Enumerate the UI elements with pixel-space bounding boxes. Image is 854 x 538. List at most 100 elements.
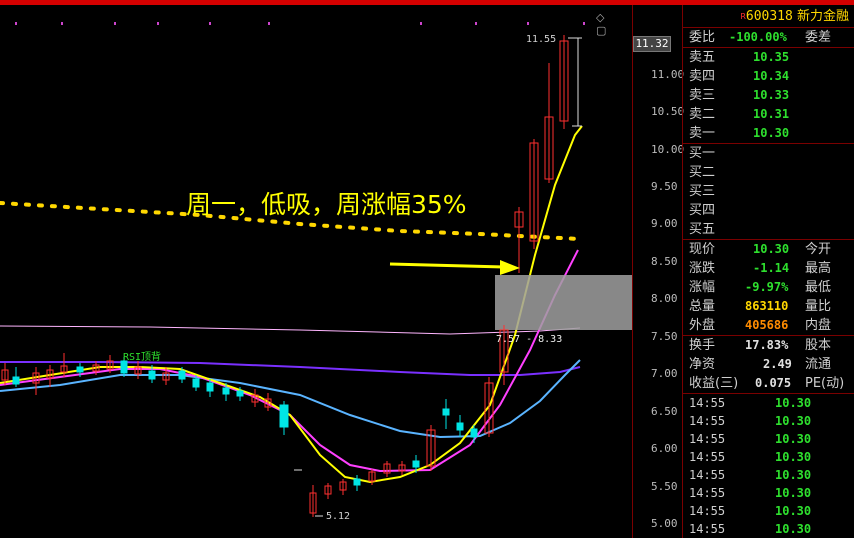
current-price-tag: 11.32 [633, 36, 671, 52]
quote-label: 外盘 [689, 318, 716, 333]
stock-header[interactable]: R600318 新力金融 [683, 5, 854, 27]
buy-row: 买一 [683, 144, 854, 163]
tick-time: 14:55 [689, 468, 726, 482]
tick-row: 14:55 10.30 [683, 394, 854, 412]
tick-row: 14:55 10.30 [683, 466, 854, 484]
quote-value: -1.14 [753, 261, 790, 275]
sell-row: 卖一 10.30 [683, 124, 854, 143]
ma10-line [0, 249, 579, 473]
y-tick: 6.50 [651, 405, 678, 418]
high-price-label: 11.55 [526, 34, 557, 45]
sell-row: 卖二 10.31 [683, 105, 854, 124]
y-tick: 8.50 [651, 255, 678, 268]
tick-row: 14:55 10.30 [683, 430, 854, 448]
sell-row: 卖三 10.33 [683, 86, 854, 105]
quote-label: 现价 [689, 242, 716, 257]
buy-label: 买三 [689, 184, 716, 199]
stats-value: 0.075 [755, 376, 792, 390]
candles [1, 35, 569, 517]
tick-row: 14:55 10.30 [683, 448, 854, 466]
sell-row: 卖五 10.35 [683, 48, 854, 67]
sell-label: 卖三 [689, 88, 716, 103]
stats-value: 17.83% [745, 338, 789, 352]
buy-row: 买四 [683, 201, 854, 220]
tick-time: 14:55 [689, 522, 726, 536]
stats-label2: PE(动) [805, 376, 845, 391]
signal-markers [15, 22, 585, 25]
annotation-arrow [389, 260, 520, 275]
y-tick: 9.50 [651, 180, 678, 193]
y-tick: 10.00 [651, 143, 685, 156]
buy-row: 买三 [683, 182, 854, 201]
tick-time: 14:55 [689, 396, 726, 410]
stats-label: 净资 [689, 357, 716, 372]
tick-time: 14:55 [689, 414, 726, 428]
tick-time: 14:55 [689, 486, 726, 500]
quote-row: 外盘 405686 内盘 [683, 316, 854, 335]
y-tick: 6.00 [651, 442, 678, 455]
stock-name: 新力金融 [796, 9, 849, 24]
quote-value: -9.97% [745, 280, 789, 294]
quote-label: 涨跌 [689, 261, 716, 276]
quote-label2: 内盘 [805, 318, 832, 333]
tick-row: 14:55 10.30 [683, 484, 854, 502]
y-tick: 10.50 [651, 105, 685, 118]
stats-row: 收益(三) 0.075 PE(动) [683, 374, 854, 393]
tick-time: 14:55 [689, 450, 726, 464]
ratio-value: -100.00% [729, 30, 787, 44]
quote-row: 涨幅 -9.97% 最低 [683, 278, 854, 297]
quote-value: 10.30 [753, 242, 790, 256]
sell-price: 10.35 [753, 50, 790, 64]
buy-label: 买二 [689, 165, 716, 180]
buy-row: 买二 [683, 163, 854, 182]
sell-label: 卖一 [689, 126, 716, 141]
tick-row: 14:55 10.30 [683, 520, 854, 538]
quote-value: 863110 [745, 299, 789, 313]
stats-value: 2.49 [763, 357, 792, 371]
tick-price: 10.30 [775, 522, 812, 536]
y-tick: 8.00 [651, 292, 678, 305]
sell-price: 10.34 [753, 69, 790, 83]
buy-label: 买四 [689, 203, 716, 218]
quote-label: 总量 [689, 299, 716, 314]
quote-value: 405686 [745, 318, 789, 332]
stats-label: 收益(三) [689, 376, 739, 391]
stats-label2: 股本 [805, 338, 832, 353]
stock-code: 600318 [745, 9, 793, 24]
rsi-label: RSI顶背 [123, 352, 162, 363]
ma120-line [0, 325, 581, 335]
sell-row: 卖四 10.34 [683, 67, 854, 86]
buy-label: 买五 [689, 222, 716, 237]
order-ratio-row: 委比 -100.00% 委差 [683, 28, 854, 47]
sell-label: 卖二 [689, 107, 716, 122]
quote-row: 总量 863110 量比 [683, 297, 854, 316]
tick-price: 10.30 [775, 396, 812, 410]
y-tick: 7.00 [651, 367, 678, 380]
tick-row: 14:55 10.30 [683, 502, 854, 520]
quote-label: 涨幅 [689, 280, 716, 295]
tick-price: 10.30 [775, 504, 812, 518]
stats-row: 净资 2.49 流通 [683, 355, 854, 374]
y-tick: 7.50 [651, 330, 678, 343]
quote-label2: 最低 [805, 280, 832, 295]
low-price-label: 5.12 [326, 511, 351, 522]
stats-row: 换手 17.83% 股本 [683, 336, 854, 355]
sell-price: 10.31 [753, 107, 790, 121]
chart-control-icons[interactable]: ◇ ▢ [596, 11, 632, 37]
y-tick: 5.50 [651, 480, 678, 493]
sell-label: 卖五 [689, 50, 716, 65]
tick-price: 10.30 [775, 468, 812, 482]
tick-price: 10.30 [775, 414, 812, 428]
quote-label2: 最高 [805, 261, 832, 276]
ratio-diff-label: 委差 [805, 30, 832, 45]
sell-label: 卖四 [689, 69, 716, 84]
price-zone-box [495, 275, 632, 330]
quote-row: 涨跌 -1.14 最高 [683, 259, 854, 278]
tick-time: 14:55 [689, 432, 726, 446]
tick-price: 10.30 [775, 450, 812, 464]
quote-label2: 今开 [805, 242, 832, 257]
candlestick-chart[interactable]: 周一，低吸，周涨幅35% 11.55 5.12 7.57 - 8.33 RSI顶… [0, 5, 632, 538]
ratio-label: 委比 [689, 30, 716, 45]
sell-price: 10.33 [753, 88, 790, 102]
price-plot [0, 22, 632, 517]
